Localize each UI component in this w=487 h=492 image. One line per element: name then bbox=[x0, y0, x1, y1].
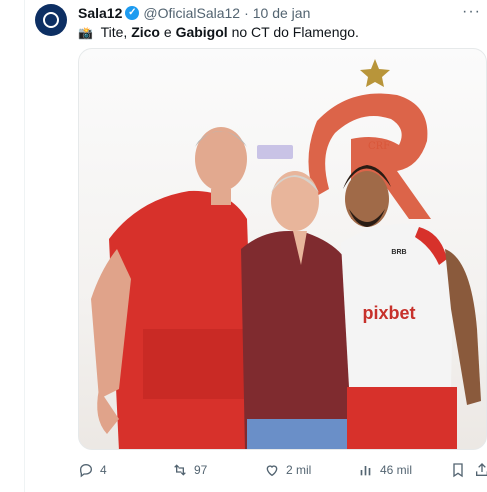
author-handle[interactable]: @OficialSala12 bbox=[143, 5, 240, 21]
share-button[interactable] bbox=[474, 460, 487, 480]
separator-dot: · bbox=[244, 5, 249, 21]
jersey-sponsor: pixbet bbox=[362, 303, 415, 323]
views-icon bbox=[360, 466, 371, 476]
tweet-actions: 4 97 2 mil 46 mil bbox=[78, 460, 487, 480]
tweet-date[interactable]: 10 de jan bbox=[253, 5, 311, 21]
avatar-logo bbox=[43, 12, 59, 28]
author-name[interactable]: Sala12 bbox=[78, 5, 122, 21]
timeline-divider bbox=[24, 0, 25, 492]
text-segment: e bbox=[163, 24, 172, 40]
tweet-text: 📸 Tite, Zico e Gabigol no CT do Flamengo… bbox=[78, 23, 359, 42]
reply-icon bbox=[79, 463, 93, 478]
mention-zico: Zico bbox=[131, 24, 160, 40]
reply-button[interactable]: 4 bbox=[78, 460, 107, 480]
mention-gabigol: Gabigol bbox=[175, 24, 228, 40]
crest-star bbox=[360, 59, 390, 87]
jersey-brand: BRB bbox=[391, 249, 406, 256]
reply-count: 4 bbox=[100, 463, 107, 477]
ceiling-light bbox=[257, 145, 293, 159]
camera-icon: 📸 bbox=[78, 26, 93, 40]
person-zico bbox=[241, 171, 355, 449]
views-count: 46 mil bbox=[380, 463, 413, 477]
bookmark-button[interactable] bbox=[450, 460, 472, 480]
svg-text:CRF: CRF bbox=[368, 141, 390, 152]
like-count: 2 mil bbox=[286, 463, 312, 477]
verified-icon: ✓ bbox=[125, 6, 140, 20]
tweet-header: Sala12 ✓ @OficialSala12 · 10 de jan bbox=[78, 4, 310, 22]
more-icon[interactable]: ··· bbox=[462, 3, 481, 21]
like-button[interactable]: 2 mil bbox=[264, 460, 311, 480]
retweet-button[interactable]: 97 bbox=[172, 460, 207, 480]
heart-icon bbox=[266, 465, 278, 477]
person-tite bbox=[91, 127, 255, 449]
avatar[interactable] bbox=[35, 4, 67, 36]
text-segment: Tite, bbox=[100, 24, 128, 40]
text-segment: no CT do Flamengo. bbox=[231, 24, 359, 40]
bookmark-icon bbox=[453, 463, 463, 478]
views-button[interactable]: 46 mil bbox=[358, 460, 412, 480]
retweet-count: 97 bbox=[194, 463, 208, 477]
share-icon bbox=[476, 463, 487, 476]
retweet-icon bbox=[174, 464, 186, 476]
tweet-photo[interactable]: CRF pixbet BRB bbox=[78, 48, 487, 450]
